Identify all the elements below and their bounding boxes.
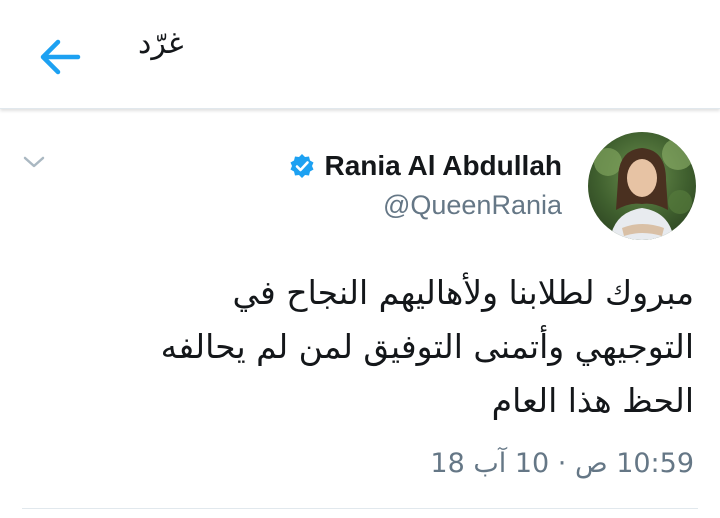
top-bar: غرّد (0, 0, 720, 109)
tweet-timestamp[interactable]: 10:59 ص · 10 آب 18 (430, 448, 694, 479)
back-button[interactable] (34, 34, 86, 80)
tweet-text-line: الحظ هذا العام (491, 381, 694, 420)
verified-badge-icon (290, 154, 313, 178)
author-handle[interactable]: @QueenRania (383, 190, 562, 221)
tweet-text-line: التوجيهي وأتمنى التوفيق لمن لم يحالفه (160, 327, 694, 366)
author-name-row: Rania Al Abdullah (289, 146, 563, 186)
tweet-text-line: مبروك لطلابنا ولأهاليهم النجاح في (232, 273, 694, 312)
author-name[interactable]: Rania Al Abdullah (325, 150, 563, 182)
chevron-down-icon (23, 156, 45, 168)
tweet-options-button[interactable] (22, 150, 46, 174)
tweet-text: مبروك لطلابنا ولأهاليهم النجاح في التوجي… (74, 266, 694, 428)
avatar[interactable] (588, 132, 696, 240)
arrow-left-icon (40, 39, 81, 75)
profile-photo (588, 132, 696, 240)
divider (22, 508, 698, 509)
page-title: غرّد (138, 26, 184, 61)
